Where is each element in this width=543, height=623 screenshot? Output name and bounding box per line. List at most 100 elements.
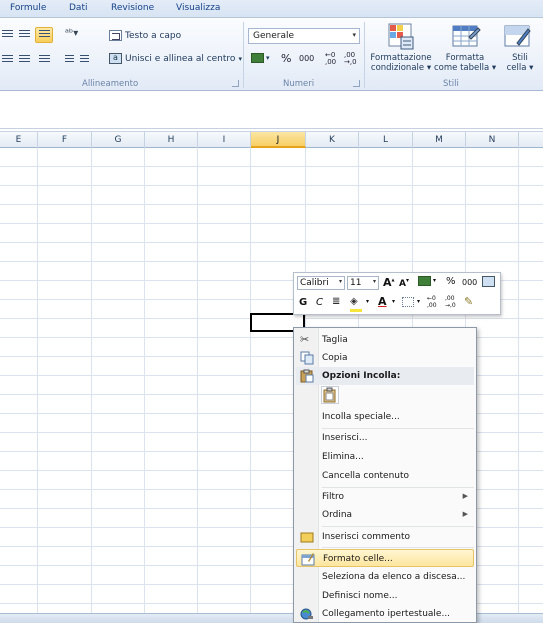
- menu-item-sort[interactable]: Ordina ▶: [296, 506, 474, 524]
- column-header-l[interactable]: L: [359, 132, 413, 148]
- group-label-number: Numeri: [283, 79, 315, 89]
- align-right-icon[interactable]: [39, 55, 50, 64]
- decrease-decimal-icon[interactable]: ,00 →,0: [344, 52, 357, 66]
- increase-indent-icon[interactable]: [80, 55, 89, 64]
- number-format-select[interactable]: Generale ▾: [248, 28, 360, 44]
- format-as-table-label-2-text: come tabella: [434, 63, 490, 73]
- column-header-f[interactable]: F: [38, 132, 92, 148]
- scissors-icon: ✂: [300, 333, 310, 346]
- column-header-i[interactable]: I: [198, 132, 251, 148]
- column-header-g[interactable]: G: [92, 132, 145, 148]
- merge-center-label: Unisci e allinea al centro: [125, 53, 236, 64]
- context-menu: ✂ Taglia Copia Opzioni Incolla: Incolla …: [293, 327, 477, 623]
- percent-style-button[interactable]: %: [281, 52, 291, 65]
- menu-item-format-cells-label: Formato celle...: [323, 554, 393, 564]
- column-header-j[interactable]: J: [251, 132, 306, 148]
- align-center-icon[interactable]: [19, 55, 30, 64]
- chevron-down-icon[interactable]: ▾: [238, 55, 242, 63]
- center-align-icon[interactable]: ≣: [332, 296, 340, 307]
- chevron-down-icon[interactable]: ▾: [266, 54, 270, 62]
- align-top-icon[interactable]: [19, 30, 30, 39]
- format-painter-icon[interactable]: ✎: [464, 295, 473, 308]
- column-header-k[interactable]: K: [306, 132, 359, 148]
- chevron-down-icon[interactable]: ▾: [417, 298, 420, 305]
- menu-item-copy[interactable]: Copia: [296, 349, 474, 367]
- chevron-down-icon[interactable]: ▾: [366, 298, 369, 305]
- wrap-text-label: Testo a capo: [125, 30, 182, 41]
- number-dialog-launcher-icon[interactable]: [353, 80, 360, 87]
- menu-item-hyperlink-label: Collegamento ipertestuale...: [322, 609, 451, 619]
- currency-format-icon[interactable]: [418, 276, 431, 286]
- font-name-select[interactable]: Calibri ▾: [297, 276, 345, 290]
- column-header-e[interactable]: E: [0, 132, 38, 148]
- align-bottom-icon[interactable]: [39, 30, 50, 39]
- paste-option-button[interactable]: [321, 386, 339, 404]
- column-header-m[interactable]: M: [413, 132, 466, 148]
- group-separator: [243, 22, 244, 88]
- menu-item-paste-special[interactable]: Incolla speciale...: [296, 408, 474, 426]
- format-as-table-icon[interactable]: [451, 23, 481, 51]
- menu-item-insert-comment[interactable]: Inserisci commento: [296, 528, 474, 546]
- cell-styles-icon[interactable]: [503, 23, 533, 51]
- bold-button[interactable]: G: [299, 297, 307, 308]
- merge-center-button[interactable]: Unisci e allinea al centro ▾: [109, 53, 242, 64]
- comma-style-button[interactable]: 000: [462, 278, 477, 287]
- menu-item-filter[interactable]: Filtro ▶: [296, 488, 474, 506]
- alignment-dialog-launcher-icon[interactable]: [232, 80, 239, 87]
- chevron-down-icon: ▾: [372, 278, 376, 285]
- font-size-select[interactable]: 11 ▾: [347, 276, 379, 290]
- merge-center-icon: [109, 53, 122, 64]
- font-name-value: Calibri: [300, 278, 329, 288]
- menu-item-hyperlink[interactable]: Collegamento ipertestuale...: [296, 605, 474, 623]
- column-header-n[interactable]: N: [466, 132, 519, 148]
- conditional-formatting-button[interactable]: Formattazione condizionale ▾: [369, 53, 433, 73]
- menu-item-sort-label: Ordina: [322, 510, 353, 520]
- menu-separator: [322, 547, 474, 548]
- align-left-icon[interactable]: [2, 55, 13, 64]
- column-header-partial[interactable]: [519, 132, 543, 148]
- tab-dati[interactable]: Dati: [69, 3, 87, 13]
- menu-item-clear-contents[interactable]: Cancella contenuto: [296, 467, 474, 485]
- format-as-table-button[interactable]: Formatta come tabella ▾: [434, 53, 496, 73]
- shrink-font-icon[interactable]: A▾: [399, 277, 409, 289]
- borders-icon[interactable]: [402, 297, 414, 307]
- cell-styles-label-2: cella ▾: [506, 63, 534, 73]
- increase-decimal-icon[interactable]: ←0,00: [325, 52, 336, 66]
- conditional-formatting-icon[interactable]: [386, 23, 416, 51]
- decrease-decimal-icon[interactable]: ,00 →,0: [445, 295, 456, 309]
- chevron-down-icon[interactable]: ▾: [433, 277, 436, 284]
- tab-formule[interactable]: Formule: [10, 3, 46, 13]
- tab-revisione[interactable]: Revisione: [111, 3, 154, 13]
- menu-item-cut[interactable]: ✂ Taglia: [296, 331, 474, 349]
- increase-decimal-icon[interactable]: ←0,00: [427, 295, 437, 309]
- orientation-icon[interactable]: ᵃᵇ▾: [65, 28, 78, 39]
- tab-visualizza[interactable]: Visualizza: [176, 3, 220, 13]
- menu-header-paste-options: Opzioni Incolla:: [296, 367, 474, 385]
- column-header-h[interactable]: H: [145, 132, 198, 148]
- menu-item-pick-from-list[interactable]: Seleziona da elenco a discesa...: [296, 568, 474, 586]
- fill-color-icon[interactable]: ◈: [350, 296, 362, 312]
- comment-icon: [300, 530, 314, 544]
- decrease-indent-icon[interactable]: [65, 55, 74, 64]
- grow-font-icon[interactable]: A▴: [383, 276, 395, 289]
- percent-style-button[interactable]: %: [446, 276, 456, 287]
- comma-style-button[interactable]: 000: [299, 54, 314, 63]
- number-format-value: Generale: [253, 31, 295, 41]
- ribbon-tab-bar: Formule Dati Revisione Visualizza: [0, 0, 543, 18]
- formula-bar-area[interactable]: [0, 91, 543, 129]
- group-separator: [364, 22, 365, 88]
- chevron-down-icon[interactable]: ▾: [392, 298, 395, 305]
- wrap-text-button[interactable]: Testo a capo: [109, 30, 181, 41]
- menu-item-define-name[interactable]: Definisci nome...: [296, 587, 474, 605]
- merge-center-icon[interactable]: [482, 276, 495, 287]
- wrap-text-icon: [109, 30, 122, 41]
- chevron-down-icon: ▾: [338, 278, 342, 285]
- menu-item-delete[interactable]: Elimina...: [296, 448, 474, 466]
- align-middle-icon[interactable]: [2, 30, 13, 39]
- menu-item-insert[interactable]: Inserisci...: [296, 429, 474, 447]
- italic-button[interactable]: C: [316, 297, 323, 308]
- currency-format-icon[interactable]: [251, 53, 264, 63]
- menu-item-format-cells[interactable]: Formato celle...: [296, 549, 474, 567]
- cell-styles-button[interactable]: Stili cella ▾: [500, 53, 540, 73]
- font-color-icon[interactable]: A: [378, 295, 387, 308]
